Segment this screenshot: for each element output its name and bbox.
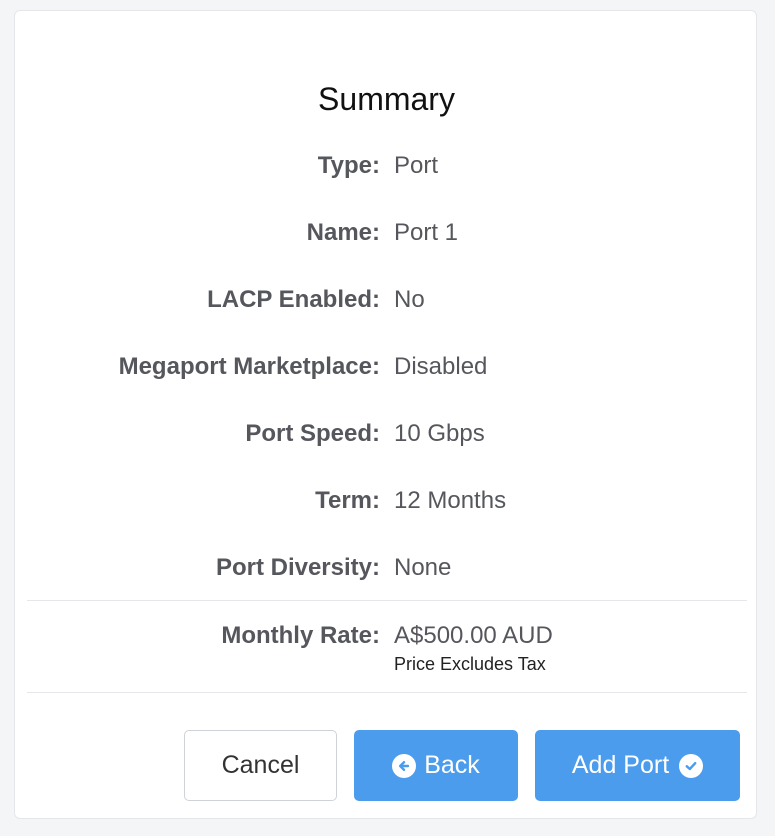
add-port-button-label: Add Port	[571, 751, 670, 779]
row-label: Type:	[317, 152, 380, 179]
row-label: Term:	[315, 487, 380, 514]
monthly-rate-value: A$500.00 AUD	[394, 622, 553, 649]
price-note: Price Excludes Tax	[394, 654, 546, 674]
row-label: Megaport Marketplace:	[118, 353, 380, 380]
summary-row-name: Name: Port 1	[15, 216, 758, 250]
row-value: Disabled	[394, 353, 488, 380]
summary-row-term: Term: 12 Months	[15, 484, 758, 518]
divider	[27, 692, 747, 693]
row-value: No	[394, 286, 425, 313]
summary-row-lacp: LACP Enabled: No	[15, 283, 758, 317]
row-value: Port 1	[394, 219, 459, 246]
summary-row-port-speed: Port Speed: 10 Gbps	[15, 417, 758, 451]
arrow-left-circle-icon	[392, 753, 417, 778]
back-button-label: Back	[424, 751, 480, 779]
summary-card: Summary Type: Port Name: Port 1 LACP Ena…	[14, 10, 757, 819]
row-value: 10 Gbps	[394, 420, 485, 447]
row-label: Port Diversity:	[215, 554, 380, 581]
monthly-rate-label: Monthly Rate:	[221, 622, 380, 649]
back-button[interactable]: Back	[354, 730, 518, 801]
check-circle-icon	[679, 753, 704, 778]
add-port-button[interactable]: Add Port	[535, 730, 740, 801]
row-value: 12 Months	[394, 487, 507, 514]
cancel-button-label: Cancel	[221, 751, 300, 779]
row-label: Port Speed:	[245, 420, 380, 447]
row-label: LACP Enabled:	[207, 286, 380, 313]
summary-row-port-diversity: Port Diversity: None	[15, 551, 758, 585]
row-label: Name:	[306, 219, 380, 246]
cancel-button[interactable]: Cancel	[184, 730, 337, 801]
row-value: None	[394, 554, 452, 581]
summary-row-monthly-rate: Monthly Rate: A$500.00 AUD	[15, 619, 758, 653]
summary-row-marketplace: Megaport Marketplace: Disabled	[15, 350, 758, 384]
row-value: Port	[394, 152, 439, 179]
summary-title: Summary	[318, 81, 455, 117]
summary-row-type: Type: Port	[15, 149, 758, 183]
divider	[27, 600, 747, 601]
